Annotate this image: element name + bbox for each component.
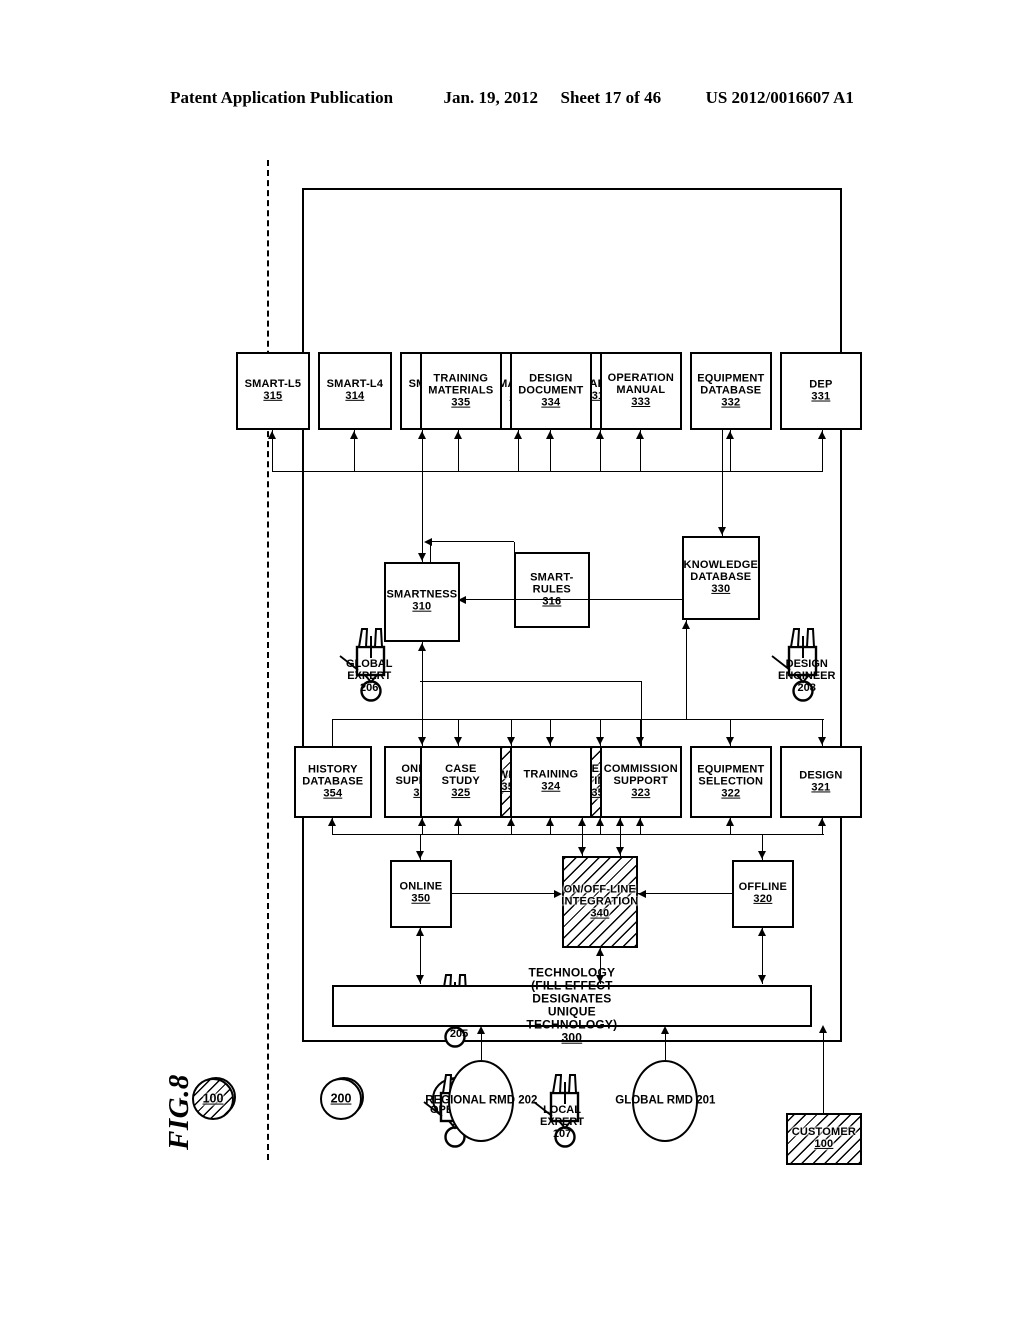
arrowhead-regional-rmd [477,1026,485,1034]
block-training-materials-335[interactable]: TRAINING MATERIALS 335 [420,352,502,430]
arrowhead-bus-to-l5 [268,431,276,439]
arrowhead-technology-integration-left [596,975,604,983]
block-commission-support-323[interactable]: COMMISSION SUPPORT 323 [600,746,682,818]
connector-regional-rmd-to-technology [481,1030,482,1060]
block-smart-l4-314[interactable]: SMART-L4 314 [318,352,392,430]
arrowhead-bus-to-325 [454,818,462,826]
arrowhead-return-325 [454,737,462,745]
arrowhead-bus-to-322 [726,818,734,826]
arrowhead-bus-to-324 [546,818,554,826]
arrowhead-technology-online-left [416,975,424,983]
connector-bus-junction-l3 [422,466,423,472]
block-on-off-line-integration-340[interactable]: ON/OFF-LINE INTEGRATION 340 [561,856,639,948]
arrowhead-technology-integration-right [596,948,604,956]
arrowhead-bus-to-332 [726,431,734,439]
connector-offline-to-knowledge-db [686,620,687,720]
ellipse-regional-rmd-202[interactable]: REGIONAL RMD 202 [425,1060,537,1142]
arrowhead-bus-to-354 [328,818,336,826]
arrowhead-integration-cs-right [616,818,624,826]
arrowhead-smartness-to-smart-l3 [418,431,426,439]
marker-100: 100 [192,1074,238,1120]
arrowhead-offline-to-integration [638,890,646,899]
arrowhead-bus-to-335 [454,431,462,439]
connector-353-to-smartness [422,642,423,746]
connector-customer-to-technology [823,1031,824,1113]
block-design-document-334[interactable]: DESIGN DOCUMENT 334 [510,352,592,430]
arrowhead-to-knowledge-db [682,621,690,629]
block-case-study-325[interactable]: CASE STUDY 325 [420,746,502,818]
arrowhead-return-352 [507,737,515,745]
arrowhead-integration-rt-left [578,847,586,855]
connector-offline-bus-riser [458,834,824,835]
arrowhead-technology-offline-right [758,928,766,936]
arrowhead-return-323 [636,737,644,745]
arrowhead-bus-to-353 [418,818,426,826]
block-customer-100[interactable]: CUSTOMER 100 [786,1113,862,1165]
connector-354-to-return [332,720,333,746]
arrowhead-return-321 [818,737,826,745]
connector-offline-to-integration [638,893,732,894]
block-technology-300[interactable]: TECHNOLOGY (FILL EFFECT DESIGNATES UNIQU… [332,966,812,1045]
boundary-divider [267,160,269,1160]
arrowhead-bus-to-331 [818,431,826,439]
arrowhead-bus-to-334 [546,431,554,439]
diagram-stage: 100 200 300 CUSTOMER 100 [162,160,862,1165]
arrowhead-353-to-smartness [418,643,426,651]
arrowhead-online-to-integration [554,890,562,899]
block-design-321[interactable]: DESIGN 321 [780,746,862,818]
arrowhead-bus-to-l1 [596,431,604,439]
arrowhead-integration-rt-right [578,818,586,826]
arrowhead-global-rmd [661,1026,669,1034]
connector-knowledge-to-smartness [460,599,682,600]
connector-online-to-integration [452,893,558,894]
connector-smart-rules-riser [430,541,514,542]
arrowhead-artifacts-to-knowledge-db [718,527,726,535]
block-equipment-database-332[interactable]: EQUIPMENT DATABASE 332 [690,352,772,430]
arrowhead-bus-to-351 [596,818,604,826]
block-equipment-selection-322[interactable]: EQUIPMENT SELECTION 322 [690,746,772,818]
arrowhead-smart-rules-up [424,538,432,547]
connector-smartness-feedback-riser [420,681,642,682]
arrowhead-integration-cs-left [616,847,624,855]
figure-canvas: FIG.8 100 200 300 CUSTOMER 100 [0,0,1024,1320]
connector-global-rmd-to-technology [665,1030,666,1060]
arrowhead-technology-offline-left [758,975,766,983]
arrowhead-return-322 [726,737,734,745]
block-smartness-310[interactable]: SMARTNESS 310 [384,562,460,642]
connector-smartness-feedback-h [641,682,642,746]
arrowhead-bus-to-l4 [350,431,358,439]
connector-knowledge-db-to-artifacts [722,430,723,536]
block-dep-331[interactable]: DEP 331 [780,352,862,430]
arrowhead-bus-to-333 [636,431,644,439]
block-knowledge-database-330[interactable]: KNOWLEDGE DATABASE 330 [682,536,760,620]
arrowhead-online-bus-left [416,851,424,859]
arrowhead-return-351 [596,737,604,745]
marker-200: 200 [320,1074,366,1120]
actor-local-expert: LOCAL EXPERT 107 [533,1074,586,1148]
arrowhead-offline-bus-left [758,851,766,859]
arrowhead-customer-to-technology [819,1025,827,1033]
block-online-350[interactable]: ONLINE 350 [390,860,452,928]
connector-smart-rules-h [514,542,515,590]
connector-smartness-to-smart-l3 [422,430,423,562]
arrowhead-knowledge-to-smartness [458,596,466,605]
block-history-database-354[interactable]: HISTORY DATABASE 354 [294,746,372,818]
arrowhead-return-324 [546,737,554,745]
block-operation-manual-333[interactable]: OPERATION MANUAL 333 [600,352,682,430]
arrowhead-bus-to-l2 [514,431,522,439]
arrowhead-smart-l3-to-smartness [418,553,426,561]
block-training-324[interactable]: TRAINING 324 [510,746,592,818]
arrowhead-technology-online-right [416,928,424,936]
block-offline-320[interactable]: OFFLINE 320 [732,860,794,928]
block-smart-l5-315[interactable]: SMART-L5 315 [236,352,310,430]
arrowhead-bus-to-323 [636,818,644,826]
arrowhead-bus-to-352 [507,818,515,826]
block-smart-rules-316[interactable]: SMART- RULES 316 [514,552,590,628]
arrowhead-bus-to-321 [818,818,826,826]
arrowhead-353-left [418,737,426,745]
actor-design-engineer: DESIGN ENGINEER 208 [771,628,835,702]
ellipse-global-rmd-201[interactable]: GLOBAL RMD 201 [615,1060,715,1142]
